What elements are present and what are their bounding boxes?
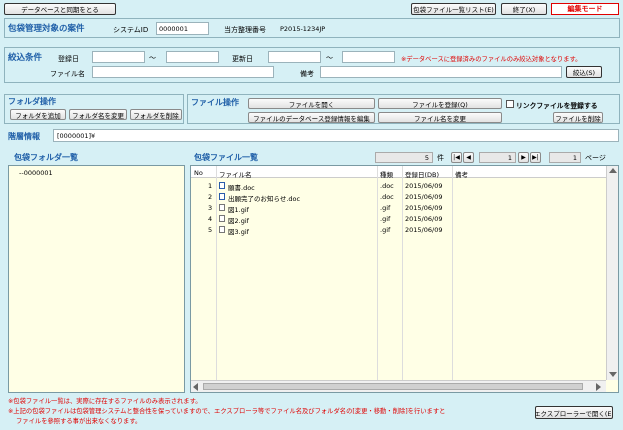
- word-file-icon: [219, 182, 225, 189]
- sync-database-button[interactable]: データベースと同期をとる: [4, 3, 116, 15]
- column-header-remarks[interactable]: 備考: [455, 169, 468, 179]
- scroll-thumb[interactable]: [203, 383, 583, 390]
- footer-note-1: ※包袋ファイル一覧は、実際に存在するファイルのみ表示されます。: [8, 398, 202, 405]
- filter-title: 絞込条件: [8, 53, 43, 63]
- row-filename[interactable]: 出願完了のお知らせ.doc: [228, 193, 300, 203]
- row-no: 1: [208, 182, 213, 190]
- row-date: 2015/06/09: [405, 204, 443, 212]
- delete-folder-button[interactable]: フォルダを削除: [130, 109, 182, 120]
- image-file-icon: [219, 215, 225, 222]
- remarks-label: 備考: [300, 70, 314, 78]
- row-filename[interactable]: 図1.gif: [228, 204, 249, 214]
- target-case-title: 包袋管理対象の案件: [8, 24, 85, 34]
- file-ops-title: ファイル操作: [191, 98, 239, 107]
- row-no: 3: [208, 204, 213, 212]
- folder-list-title: 包袋フォルダ一覧: [14, 153, 78, 162]
- rename-folder-button[interactable]: フォルダ名を変更: [69, 109, 127, 120]
- column-header-type[interactable]: 種類: [380, 169, 393, 179]
- row-filename[interactable]: 図3.gif: [228, 226, 249, 236]
- file-list-report-button[interactable]: 包袋ファイル一覧リスト(E): [411, 3, 496, 15]
- file-list-title: 包袋ファイル一覧: [194, 153, 258, 162]
- column-divider: [452, 166, 453, 380]
- image-file-icon: [219, 226, 225, 233]
- row-type: .doc: [380, 193, 394, 201]
- delete-file-button[interactable]: ファイルを削除: [553, 112, 603, 123]
- remarks-filter-input[interactable]: [320, 66, 562, 78]
- word-file-icon: [219, 193, 225, 200]
- vertical-scrollbar[interactable]: [606, 166, 618, 380]
- page-total: 1: [549, 152, 581, 163]
- row-type: .gif: [380, 215, 391, 223]
- scroll-right-arrow[interactable]: [596, 383, 601, 391]
- system-id-value: 0000001: [156, 22, 209, 35]
- link-file-checkbox[interactable]: [506, 100, 514, 108]
- reg-date-to-input[interactable]: [166, 51, 219, 63]
- row-date: 2015/06/09: [405, 193, 443, 201]
- row-filename[interactable]: 図2.gif: [228, 215, 249, 225]
- update-date-label: 更新日: [232, 55, 253, 63]
- column-header-no[interactable]: No: [194, 169, 203, 177]
- update-date-tilde: ～: [326, 54, 333, 62]
- apply-filter-button[interactable]: 絞込(S): [566, 66, 602, 78]
- horizontal-scrollbar[interactable]: [191, 380, 606, 392]
- open-file-button[interactable]: ファイルを開く: [248, 98, 375, 109]
- rename-file-button[interactable]: ファイル名を変更: [378, 112, 502, 123]
- folder-tree[interactable]: --0000001: [8, 165, 185, 393]
- row-type: .gif: [380, 204, 391, 212]
- file-count-unit: 件: [437, 154, 444, 162]
- column-header-date[interactable]: 登録日(DB): [405, 169, 439, 179]
- hierarchy-value: [0000001]¥: [53, 129, 619, 142]
- row-no: 2: [208, 193, 213, 201]
- file-table: No ファイル名 種類 登録日(DB) 備考 1 願書.doc .doc 201…: [190, 165, 619, 393]
- exit-button[interactable]: 終了(X): [501, 3, 547, 15]
- filename-filter-input[interactable]: [92, 66, 274, 78]
- filename-label: ファイル名: [50, 70, 85, 78]
- file-table-header: [191, 166, 606, 178]
- reg-date-tilde: ～: [149, 54, 156, 62]
- next-page-button[interactable]: ▶: [518, 152, 529, 163]
- row-type: .gif: [380, 226, 391, 234]
- row-filename[interactable]: 願書.doc: [228, 182, 255, 192]
- scroll-left-arrow[interactable]: [193, 383, 198, 391]
- page-current[interactable]: 1: [479, 152, 516, 163]
- update-date-to-input[interactable]: [342, 51, 395, 63]
- column-divider: [402, 166, 403, 380]
- folder-ops-title: フォルダ操作: [8, 97, 56, 106]
- folder-tree-item[interactable]: --0000001: [19, 169, 53, 177]
- open-in-explorer-button[interactable]: エクスプローラーで開く(E): [535, 406, 613, 419]
- page-unit: ページ: [585, 154, 606, 162]
- scroll-up-arrow[interactable]: [609, 168, 617, 173]
- last-page-button[interactable]: ▶|: [530, 152, 541, 163]
- column-header-filename[interactable]: ファイル名: [219, 169, 252, 179]
- row-date: 2015/06/09: [405, 215, 443, 223]
- reg-date-label: 登録日: [58, 55, 79, 63]
- prev-page-button[interactable]: ◀: [463, 152, 474, 163]
- row-no: 4: [208, 215, 213, 223]
- row-date: 2015/06/09: [405, 182, 443, 190]
- row-type: .doc: [380, 182, 394, 190]
- image-file-icon: [219, 204, 225, 211]
- first-page-button[interactable]: |◀: [451, 152, 462, 163]
- filter-note: ※データベースに登録済みのファイルのみ絞込対象となります。: [401, 56, 582, 63]
- footer-note-3: ファイルを參照する事が出来なくなります。: [16, 418, 142, 425]
- update-date-from-input[interactable]: [268, 51, 321, 63]
- agent-number-label: 当方整理番号: [224, 26, 266, 34]
- column-divider: [377, 166, 378, 380]
- edit-mode-badge: 編集モード: [551, 3, 619, 15]
- scroll-down-arrow[interactable]: [609, 372, 617, 377]
- column-divider: [216, 166, 217, 380]
- row-date: 2015/06/09: [405, 226, 443, 234]
- register-file-button[interactable]: ファイルを登録(Q): [378, 98, 502, 109]
- system-id-label: システムID: [113, 26, 149, 34]
- agent-number-value: P2015-1234JP: [280, 25, 326, 33]
- add-folder-button[interactable]: フォルダを追加: [10, 109, 66, 120]
- edit-db-info-button[interactable]: ファイルのデータベース登録情報を編集: [248, 112, 375, 123]
- footer-note-2: ※上記の包袋ファイルは包袋管理システムと整合性を保っていますので、エクスプローラ…: [8, 408, 446, 415]
- file-count-value: 5: [375, 152, 433, 163]
- link-file-checkbox-label: リンクファイルを登録する: [516, 102, 598, 110]
- row-no: 5: [208, 226, 213, 234]
- hierarchy-label: 階層情報: [8, 132, 40, 141]
- reg-date-from-input[interactable]: [92, 51, 145, 63]
